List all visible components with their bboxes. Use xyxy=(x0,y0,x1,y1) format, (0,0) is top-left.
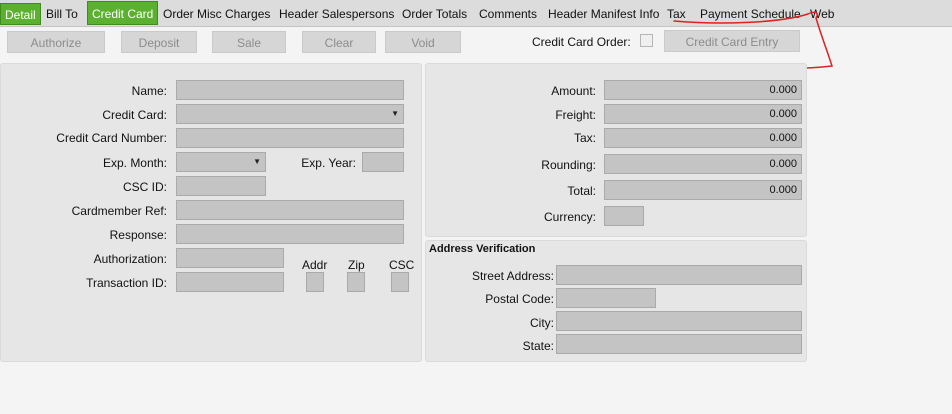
name-label: Name: xyxy=(131,84,167,98)
tab-bill-to[interactable]: Bill To xyxy=(46,4,78,25)
tab-bar: Detail Bill To Credit Card Order Misc Ch… xyxy=(0,0,952,27)
tab-order-totals[interactable]: Order Totals xyxy=(402,4,467,25)
cardmember-ref-field[interactable] xyxy=(176,200,404,220)
void-button[interactable]: Void xyxy=(385,31,461,53)
transaction-id-field[interactable] xyxy=(176,272,284,292)
tax-field[interactable]: 0.000 xyxy=(604,128,802,148)
amount-field[interactable]: 0.000 xyxy=(604,80,802,100)
city-field[interactable] xyxy=(556,311,802,331)
exp-year-label: Exp. Year: xyxy=(301,156,356,170)
csc-id-label: CSC ID: xyxy=(122,180,167,194)
street-address-field[interactable] xyxy=(556,265,802,285)
rounding-label: Rounding: xyxy=(541,158,596,172)
addr-result-box xyxy=(306,272,324,292)
credit-card-order-checkbox[interactable] xyxy=(640,34,653,47)
currency-label: Currency: xyxy=(543,210,596,224)
tab-payment-schedule[interactable]: Payment Schedule xyxy=(700,4,801,25)
zip-label: Zip xyxy=(348,258,365,272)
authorization-label: Authorization: xyxy=(93,252,167,266)
authorization-field[interactable] xyxy=(176,248,284,268)
credit-card-number-field[interactable] xyxy=(176,128,404,148)
freight-field[interactable]: 0.000 xyxy=(604,104,802,124)
tab-header-salespersons[interactable]: Header Salespersons xyxy=(279,4,394,25)
tax-label: Tax: xyxy=(573,131,596,145)
total-field[interactable]: 0.000 xyxy=(604,180,802,200)
currency-field[interactable] xyxy=(604,206,644,226)
chevron-down-icon: ▼ xyxy=(391,109,399,118)
exp-month-select[interactable]: ▼ xyxy=(176,152,266,172)
sale-button[interactable]: Sale xyxy=(212,31,286,53)
exp-month-label: Exp. Month: xyxy=(102,156,167,170)
deposit-button[interactable]: Deposit xyxy=(121,31,197,53)
state-field[interactable] xyxy=(556,334,802,354)
chevron-down-icon: ▼ xyxy=(253,157,261,166)
tab-tax[interactable]: Tax xyxy=(667,4,686,25)
csc-check-label: CSC xyxy=(389,258,415,272)
clear-button[interactable]: Clear xyxy=(302,31,376,53)
postal-code-field[interactable] xyxy=(556,288,656,308)
tab-order-misc-charges[interactable]: Order Misc Charges xyxy=(163,4,270,25)
tab-header-manifest-info[interactable]: Header Manifest Info xyxy=(548,4,659,25)
exp-year-field[interactable] xyxy=(362,152,404,172)
state-label: State: xyxy=(522,339,554,353)
credit-card-entry-button[interactable]: Credit Card Entry xyxy=(664,30,800,52)
freight-label: Freight: xyxy=(555,108,596,122)
response-field[interactable] xyxy=(176,224,404,244)
tab-detail[interactable]: Detail xyxy=(0,3,41,25)
rounding-field[interactable]: 0.000 xyxy=(604,154,802,174)
response-label: Response: xyxy=(109,228,167,242)
credit-card-order-label: Credit Card Order: xyxy=(532,35,631,49)
address-verification-title: Address Verification xyxy=(429,243,536,255)
authorize-button[interactable]: Authorize xyxy=(7,31,105,53)
name-field[interactable] xyxy=(176,80,404,100)
tab-comments[interactable]: Comments xyxy=(479,4,537,25)
cardmember-ref-label: Cardmember Ref: xyxy=(71,204,167,218)
tab-credit-card[interactable]: Credit Card xyxy=(87,1,159,25)
zip-result-box xyxy=(347,272,365,292)
amount-label: Amount: xyxy=(551,84,596,98)
csc-id-field[interactable] xyxy=(176,176,266,196)
transaction-id-label: Transaction ID: xyxy=(86,276,167,290)
city-label: City: xyxy=(530,316,554,330)
credit-card-number-label: Credit Card Number: xyxy=(56,131,167,145)
credit-card-select[interactable]: ▼ xyxy=(176,104,404,124)
tab-web[interactable]: Web xyxy=(810,4,834,25)
addr-label: Addr xyxy=(302,258,328,272)
total-label: Total: xyxy=(567,184,596,198)
csc-result-box xyxy=(391,272,409,292)
postal-code-label: Postal Code: xyxy=(485,292,554,306)
credit-card-label: Credit Card: xyxy=(102,108,167,122)
street-address-label: Street Address: xyxy=(471,269,554,283)
